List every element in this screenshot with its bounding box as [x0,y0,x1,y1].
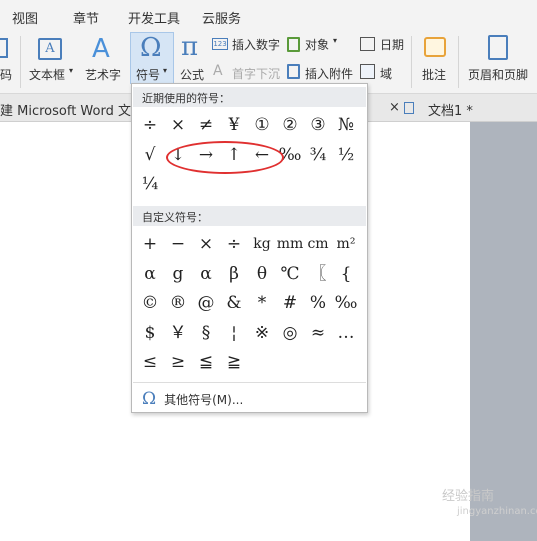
symbol-cell[interactable]: ½ [332,141,360,169]
symbol-cell[interactable]: × [164,111,192,139]
watermark-sub: jingyanzhinan.com [457,506,537,517]
menu-chapter[interactable]: 章节 [73,8,99,27]
insert-number-label: 插入数字 [232,38,281,52]
symbol-cell[interactable]: + [136,230,164,258]
menu-cloud[interactable]: 云服务 [202,8,241,27]
omega-icon: Ω [140,33,162,63]
symbol-cell[interactable]: # [276,289,304,317]
symbol-cell[interactable]: ¾ [304,141,332,169]
object-icon [287,37,300,52]
menu-developer[interactable]: 开发工具 [128,8,180,27]
symbol-dropdown: 近期使用的符号： ÷ × ≠ ¥ ① ② ③ № √ ↓ → ↑ ← ‰ ¾ ½ ¼ 自定义符号： + − × ÷ kg… [131,83,368,413]
more-symbols-button[interactable]: Ω 其他符号(M)... [142,389,243,409]
comment-label: 批注 [422,68,447,82]
symbol-cell[interactable]: ③ [304,111,332,139]
symbol-cell[interactable]: @ [192,289,220,317]
menu-bar: 视图 章节 开发工具 云服务 [0,0,537,32]
tab-close-icon[interactable]: × [389,100,400,115]
symbol-cell[interactable]: ≈ [304,319,332,347]
comment-icon [424,37,446,57]
header-footer-label: 页眉和页脚 [468,68,529,82]
symbol-cell[interactable]: ① [248,111,276,139]
omega-icon: Ω [142,389,157,409]
symbol-cell[interactable]: ≤ [136,348,164,376]
symbol-cell[interactable]: … [332,319,360,347]
calendar-icon [360,37,375,51]
symbol-cell[interactable]: θ [248,260,276,288]
wordart-icon: A [92,34,110,64]
symbol-cell[interactable]: ℃ [276,260,304,288]
attachment-label: 插入附件 [305,67,354,81]
symbol-cell[interactable]: ¼ [136,170,164,198]
symbol-cell[interactable]: ② [276,111,304,139]
symbol-cell[interactable]: α [136,260,164,288]
textbox-icon: A [38,38,62,60]
symbol-cell[interactable]: ≦ [192,348,220,376]
symbol-cell[interactable]: { [332,260,360,288]
symbol-cell[interactable]: № [332,111,360,139]
symbol-cell[interactable]: ‰ [332,289,360,317]
symbol-cell[interactable]: $ [136,319,164,347]
symbol-cell[interactable]: − [164,230,192,258]
symbol-cell[interactable]: m² [332,230,360,258]
chevron-down-icon: ▾ [69,66,74,75]
tab-document1[interactable]: 文档1 * [428,100,473,119]
symbol-cell[interactable]: § [192,319,220,347]
more-symbols-label: 其他符号(M)... [164,393,244,407]
symbol-cell[interactable]: ® [164,289,192,317]
symbol-cell[interactable]: ¦ [220,319,248,347]
object-label: 对象 [305,38,330,52]
symbol-cell[interactable]: 〖 [304,260,332,288]
field-label: 域 [380,67,393,81]
symbol-cell[interactable]: & [220,289,248,317]
dropcap-label: 首字下沉 [232,67,281,81]
partial-label: 码 [0,68,13,82]
symbol-cell[interactable]: ◎ [276,319,304,347]
symbol-cell[interactable]: ≠ [192,111,220,139]
attachment-icon [287,64,300,79]
menu-view[interactable]: 视图 [12,8,38,27]
symbol-cell[interactable]: √ [136,141,164,169]
tab-new-doc[interactable]: 建 Microsoft Word 文 [0,100,131,119]
highlight-ellipse [166,141,284,174]
header-footer-icon [488,35,508,60]
symbol-cell[interactable]: % [304,289,332,317]
recent-symbols-header: 近期使用的符号： [133,87,366,107]
dropcap-icon: A [213,63,223,79]
field-icon [360,64,375,79]
symbol-cell[interactable]: ÷ [220,230,248,258]
symbol-button[interactable]: Ω 符号 ▾ [130,32,174,84]
symbol-cell[interactable]: g [164,260,192,288]
symbol-cell[interactable]: ≥ [164,348,192,376]
symbol-cell[interactable]: cm [304,230,332,258]
textbox-label: 文本框 [29,68,66,82]
symbol-cell[interactable]: ÷ [136,111,164,139]
symbol-cell[interactable]: α [192,260,220,288]
chevron-down-icon: ▾ [163,66,168,75]
chevron-down-icon: ▾ [333,36,338,45]
number-icon: 123 [212,38,228,50]
date-label: 日期 [380,38,405,52]
symbol-cell[interactable]: × [192,230,220,258]
symbol-cell[interactable]: mm [276,230,304,258]
symbol-label: 符号 [136,68,161,82]
wordart-label: 艺术字 [85,68,122,82]
partial-icon [0,38,8,58]
custom-symbols-header: 自定义符号： [133,206,366,226]
pi-icon: π [181,32,199,62]
formula-label: 公式 [180,68,205,82]
symbol-cell[interactable]: ¥ [220,111,248,139]
symbol-cell[interactable]: β [220,260,248,288]
symbol-cell[interactable]: ※ [248,319,276,347]
divider [133,382,366,383]
symbol-cell[interactable]: ≧ [220,348,248,376]
symbol-cell[interactable]: kg [248,230,276,258]
doc-icon [404,102,414,114]
symbol-cell[interactable]: © [136,289,164,317]
watermark: 经验指南 [442,489,495,504]
symbol-cell[interactable]: ￥ [164,319,192,347]
symbol-cell[interactable]: * [248,289,276,317]
